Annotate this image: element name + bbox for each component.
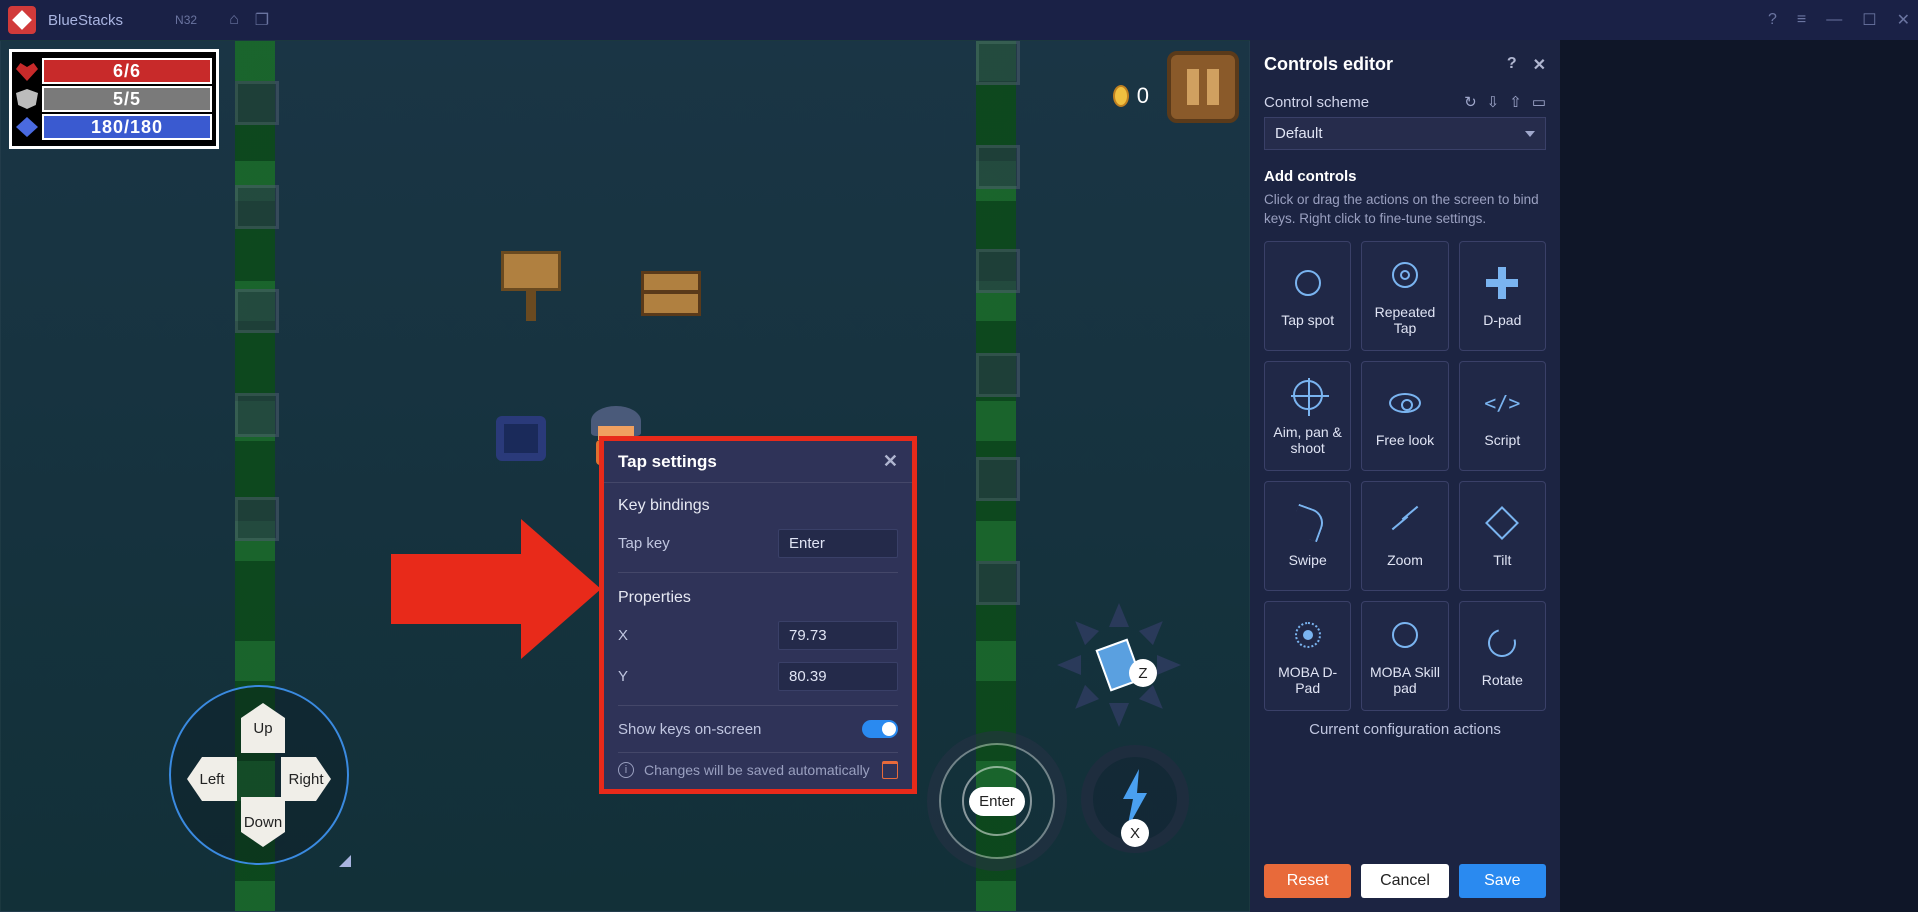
tap-overlay-bolt[interactable]: X [1081,745,1189,853]
mana-value: 180/180 [42,114,212,140]
show-keys-toggle[interactable] [862,720,898,738]
folder-icon[interactable]: ▭ [1532,93,1546,111]
cancel-button[interactable]: Cancel [1361,864,1448,898]
add-controls-hint: Click or drag the actions on the screen … [1264,191,1546,229]
tilt-icon [1485,506,1519,540]
save-button[interactable]: Save [1459,864,1546,898]
dpad-down[interactable]: Down [241,797,285,847]
control-dpad[interactable]: D-pad [1459,241,1546,351]
config-actions-label: Current configuration actions [1264,711,1546,748]
titlebar: BlueStacks N32 ⌂ ❐ ? ≡ — ☐ ✕ [0,0,1918,40]
control-script[interactable]: </> Script [1459,361,1546,471]
tap-spot-icon [1295,270,1321,296]
import-icon[interactable]: ⇩ [1487,93,1500,111]
game-sprite-chest [641,271,701,316]
controls-editor-panel: Controls editor ? ✕ Control scheme ↻ ⇩ ⇧… [1250,40,1560,912]
heart-icon [16,61,38,81]
control-tilt[interactable]: Tilt [1459,481,1546,591]
tap-overlay-card[interactable]: Z [1055,601,1183,729]
game-sprite-sign [501,251,561,321]
close-window-icon[interactable]: ✕ [1897,10,1910,30]
dpad-overlay[interactable]: Up Down Left Right [169,685,349,865]
dpad-icon [1486,267,1518,299]
game-sprite-npc [496,416,546,461]
home-icon[interactable]: ⌂ [229,11,239,29]
popup-title: Tap settings [618,452,717,472]
coin-icon [1113,85,1129,107]
info-icon: i [618,762,634,778]
dpad-up[interactable]: Up [241,703,285,753]
control-swipe[interactable]: Swipe [1264,481,1351,591]
add-controls-label: Add controls [1264,168,1357,185]
control-tap-spot[interactable]: Tap spot [1264,241,1351,351]
control-free-look[interactable]: Free look [1361,361,1448,471]
tap-key-input[interactable] [778,529,898,558]
help-icon[interactable]: ? [1768,11,1777,29]
panel-close-icon[interactable]: ✕ [1533,55,1546,75]
dpad-left[interactable]: Left [187,757,237,801]
section-key-bindings: Key bindings [618,489,898,523]
key-chip-z[interactable]: Z [1129,659,1157,687]
dpad-right[interactable]: Right [281,757,331,801]
mana-icon [16,117,38,137]
script-icon: </> [1484,391,1520,415]
y-input[interactable] [778,662,898,691]
hamburger-icon[interactable]: ≡ [1797,11,1806,29]
key-chip-x[interactable]: X [1121,819,1149,847]
reset-button[interactable]: Reset [1264,864,1351,898]
close-icon[interactable]: ✕ [883,451,898,472]
shield-icon [16,89,38,109]
repeated-tap-icon [1392,262,1418,288]
resize-handle-icon[interactable] [339,855,351,867]
eye-icon [1389,393,1421,413]
app-logo [8,6,36,34]
scheme-value: Default [1275,125,1323,142]
panel-help-icon[interactable]: ? [1507,55,1517,75]
panel-title: Controls editor [1264,54,1393,75]
game-viewport[interactable]: 6/6 5/5 180/180 0 Up Down Left Right [0,40,1250,912]
control-repeated-tap[interactable]: Repeated Tap [1361,241,1448,351]
sync-icon[interactable]: ↻ [1464,93,1477,111]
minimize-icon[interactable]: — [1826,11,1842,29]
x-input[interactable] [778,621,898,650]
rotate-icon [1483,624,1521,662]
footer-note: Changes will be saved automatically [644,762,870,778]
moba-dpad-icon [1295,622,1321,648]
coin-value: 0 [1137,83,1149,109]
aim-icon [1293,380,1323,410]
hp-value: 6/6 [42,58,212,84]
armor-value: 5/5 [42,86,212,112]
game-hud: 6/6 5/5 180/180 [9,49,219,149]
key-chip-enter[interactable]: Enter [969,787,1025,816]
export-icon[interactable]: ⇧ [1509,93,1522,111]
tap-settings-popup: Tap settings ✕ Key bindings Tap key Prop… [599,436,917,794]
tap-key-label: Tap key [618,535,670,552]
show-keys-label: Show keys on-screen [618,721,761,738]
control-moba-skill[interactable]: MOBA Skill pad [1361,601,1448,711]
control-rotate[interactable]: Rotate [1459,601,1546,711]
moba-skill-icon [1392,622,1418,648]
app-name: BlueStacks [48,12,123,29]
scheme-label: Control scheme [1264,94,1369,111]
section-properties: Properties [618,581,898,615]
control-moba-dpad[interactable]: MOBA D-Pad [1264,601,1351,711]
tap-overlay-enter[interactable]: Enter [927,731,1067,871]
control-aim-pan-shoot[interactable]: Aim, pan & shoot [1264,361,1351,471]
control-zoom[interactable]: Zoom [1361,481,1448,591]
swipe-icon [1288,504,1326,542]
scheme-select[interactable]: Default [1264,117,1546,150]
x-label: X [618,627,628,644]
delete-icon[interactable] [882,761,898,779]
recent-apps-icon[interactable]: ❐ [255,10,269,30]
pause-button[interactable] [1167,51,1239,123]
instance-badge: N32 [175,13,197,27]
zoom-icon [1390,508,1420,538]
annotation-arrow [391,519,601,659]
y-label: Y [618,668,628,685]
maximize-icon[interactable]: ☐ [1862,10,1876,30]
coin-counter: 0 [1113,83,1149,109]
